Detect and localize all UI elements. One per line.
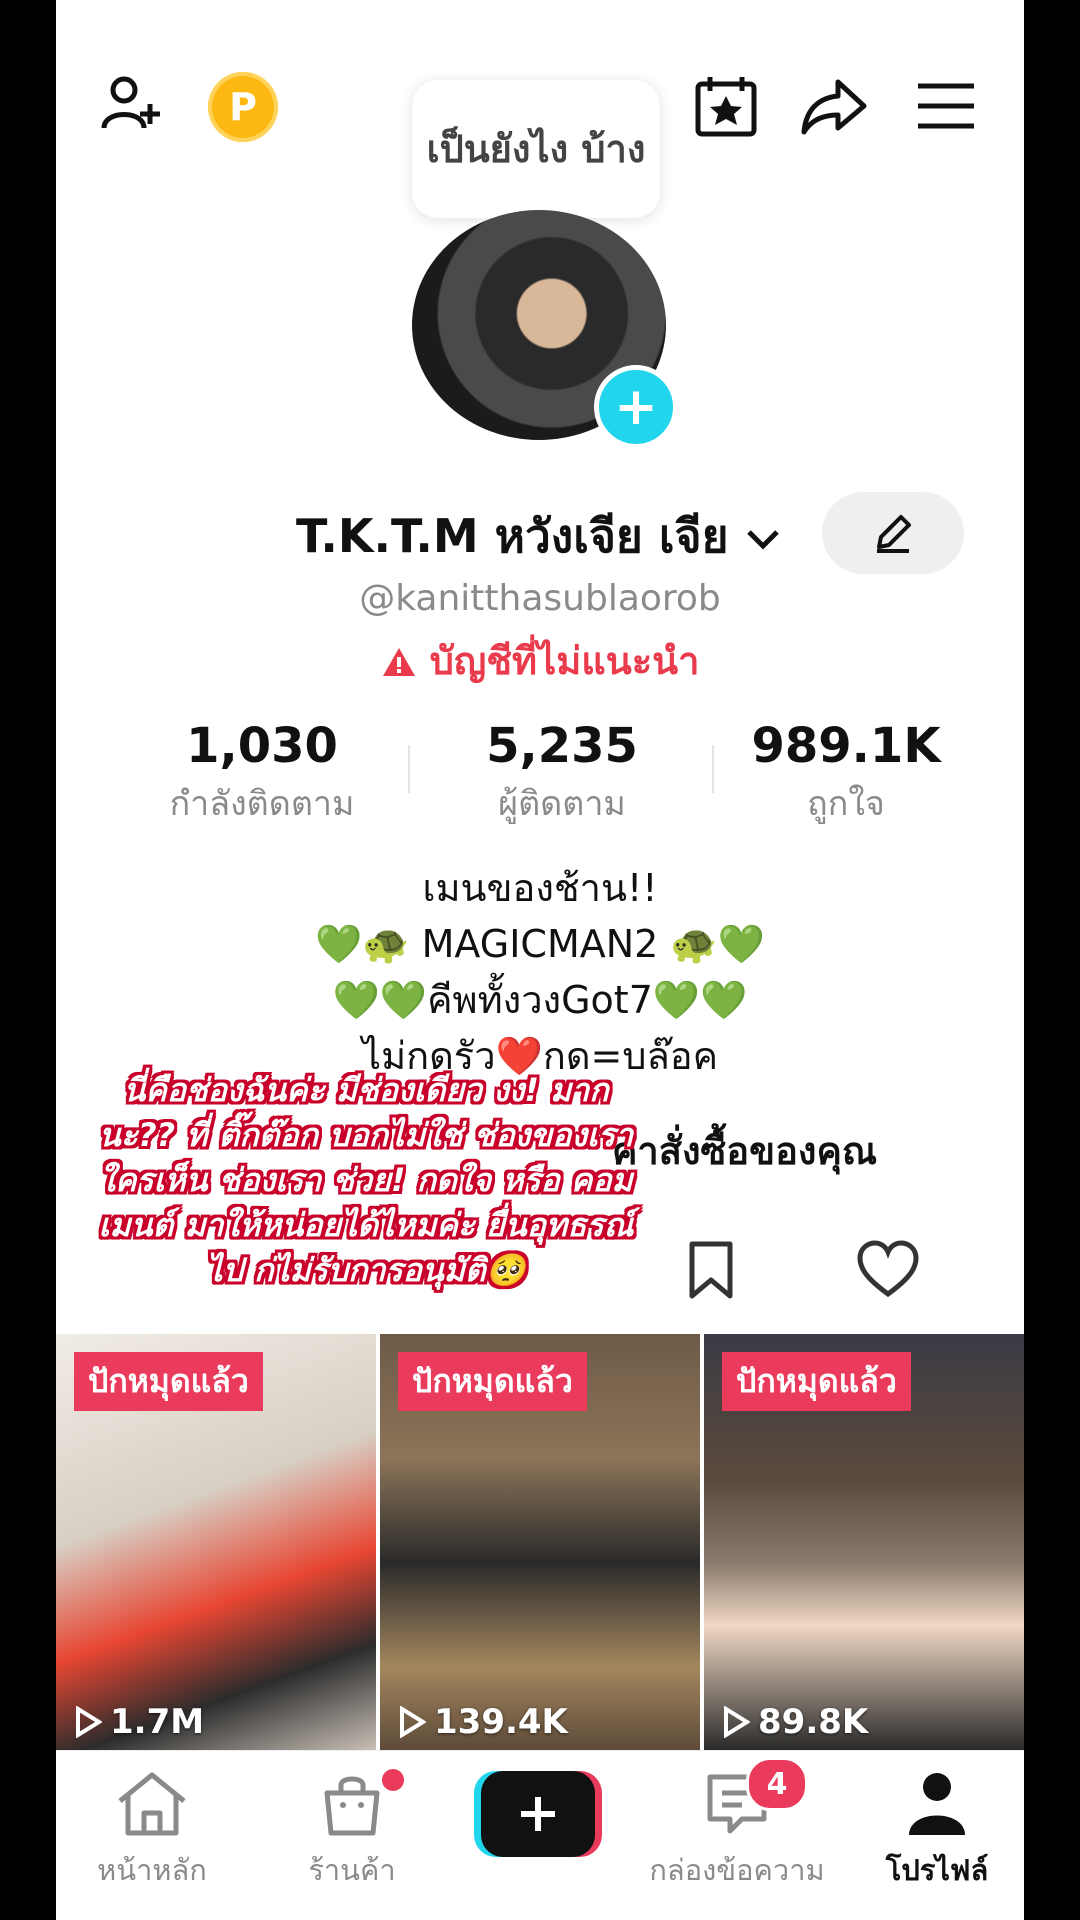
profile-name[interactable]: T.K.T.M หวังเจีย เจีย: [296, 500, 781, 573]
nav-label: ร้านค้า: [308, 1853, 396, 1887]
shopping-bag-icon: [324, 1776, 380, 1836]
view-count-text: 89.8K: [758, 1702, 869, 1742]
nav-home[interactable]: หน้าหลัก: [92, 1769, 212, 1893]
coin-icon[interactable]: P: [208, 72, 278, 142]
stat-following[interactable]: 1,030 กำลังติดตาม: [112, 718, 412, 830]
profile-icon: [909, 1773, 965, 1835]
video-grid: ปักหมุดแล้ว 1.7M ปักหมุดแล้ว 139.4K ปักห…: [56, 1334, 1024, 1750]
calendar-star-icon[interactable]: [690, 70, 762, 142]
stat-label: ผู้ติดตาม: [498, 784, 626, 824]
notification-dot: [382, 1769, 404, 1791]
status-bubble[interactable]: เป็นยังไง บ้าง: [412, 80, 660, 218]
bio-line: 💚🐢 MAGICMAN2 🐢💚: [314, 922, 766, 966]
warning-icon: [382, 648, 415, 676]
tab-saved[interactable]: [686, 1240, 736, 1304]
tab-liked[interactable]: [856, 1240, 920, 1302]
profile-handle: @kanitthasublaorob: [359, 578, 721, 619]
nav-profile[interactable]: โปรไฟล์: [872, 1769, 1002, 1893]
orders-link[interactable]: คำสั่งซื้อของคุณ: [612, 1120, 877, 1181]
account-warning[interactable]: บัญชีที่ไม่แนะนำ: [56, 630, 1024, 691]
video-tile[interactable]: ปักหมุดแล้ว 1.7M: [56, 1334, 376, 1750]
nav-label: โปรไฟล์: [885, 1853, 989, 1887]
stat-value: 1,030: [186, 718, 338, 774]
add-friend-icon[interactable]: [96, 70, 168, 142]
edit-profile-button[interactable]: [822, 492, 964, 574]
bio-line: เมนของช้าน!!: [422, 866, 658, 910]
chevron-down-icon: [746, 529, 779, 550]
divider: [408, 745, 410, 793]
video-tile[interactable]: ปักหมุดแล้ว 89.8K: [704, 1334, 1024, 1750]
pencil-icon: [877, 515, 911, 553]
play-icon: [76, 1706, 102, 1738]
warning-text: บัญชีที่ไม่แนะนำ: [429, 639, 700, 683]
pinned-badge: ปักหมุดแล้ว: [74, 1352, 263, 1411]
stat-value: 989.1K: [751, 718, 941, 774]
stat-followers[interactable]: 5,235 ผู้ติดตาม: [412, 718, 712, 830]
add-avatar-button[interactable]: +: [594, 365, 678, 449]
heart-icon: [857, 1240, 919, 1298]
bottom-nav: หน้าหลัก ร้านค้า กล่องข้อความ 4 โปรไฟล์: [56, 1750, 1024, 1920]
nav-label: หน้าหลัก: [97, 1853, 207, 1887]
pinned-badge: ปักหมุดแล้ว: [398, 1352, 587, 1411]
play-icon: [400, 1706, 426, 1738]
pinned-badge: ปักหมุดแล้ว: [722, 1352, 911, 1411]
profile-name-text: T.K.T.M หวังเจีย เจีย: [296, 509, 729, 563]
stat-label: ถูกใจ: [807, 784, 885, 824]
stat-value: 5,235: [486, 718, 638, 774]
view-count-text: 139.4K: [434, 1702, 568, 1742]
profile-screen: P เป็นยังไง บ้าง + T.K.T.M หวังเจีย เจีย…: [56, 0, 1024, 1920]
bookmark-icon: [689, 1241, 733, 1299]
view-count: 89.8K: [722, 1702, 868, 1742]
divider: [712, 745, 714, 793]
bio-line: 💚💚คีพทั้งวงGot7💚💚: [332, 978, 748, 1022]
nav-label: กล่องข้อความ: [649, 1853, 825, 1887]
stat-label: กำลังติดตาม: [169, 784, 355, 824]
view-count: 139.4K: [398, 1702, 568, 1742]
play-icon: [724, 1706, 750, 1738]
video-tile[interactable]: ปักหมุดแล้ว 139.4K: [380, 1334, 700, 1750]
overlay-caption: นี่คือช่องฉันค่ะ มีช่องเดียว งง! มากนะ??…: [98, 1071, 634, 1289]
create-button[interactable]: [474, 1771, 604, 1857]
inbox-count-badge: 4: [746, 1757, 808, 1811]
view-count-text: 1.7M: [110, 1702, 205, 1742]
plus-icon: [521, 1797, 555, 1831]
view-count: 1.7M: [74, 1702, 204, 1742]
bio[interactable]: เมนของช้าน!! 💚🐢 MAGICMAN2 🐢💚 💚💚คีพทั้งวง…: [56, 860, 1024, 1084]
share-icon[interactable]: [798, 70, 870, 142]
menu-icon[interactable]: [910, 70, 982, 142]
home-icon: [118, 1772, 186, 1836]
stat-likes[interactable]: 989.1K ถูกใจ: [696, 718, 996, 830]
